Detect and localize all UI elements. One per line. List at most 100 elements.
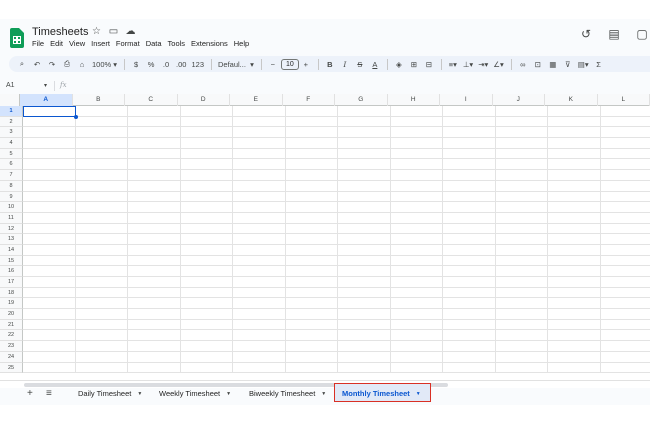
grid-cell[interactable] (390, 319, 443, 331)
text-wrapping-icon[interactable]: ⇥▾ (476, 57, 490, 71)
grid-cell[interactable] (338, 266, 391, 277)
grid-cell[interactable] (180, 127, 233, 139)
grid-cell[interactable] (233, 309, 286, 320)
functions-icon[interactable]: Σ (592, 57, 606, 71)
grid-cell[interactable] (338, 298, 391, 310)
grid-cell[interactable] (495, 298, 548, 310)
grid-cell[interactable] (548, 223, 601, 235)
grid-cell[interactable] (443, 341, 496, 352)
grid-cell[interactable] (548, 309, 601, 320)
grid-cell[interactable] (285, 223, 338, 235)
row-header[interactable]: 10 (0, 202, 23, 213)
grid-cell[interactable] (338, 362, 391, 374)
grid-cell[interactable] (338, 330, 391, 342)
grid-cell[interactable] (495, 287, 548, 299)
grid-cell[interactable] (285, 330, 338, 342)
grid-cell[interactable] (128, 138, 181, 149)
grid-cell[interactable] (180, 106, 233, 117)
cloud-status-icon[interactable]: ☁ (124, 26, 137, 37)
grid-cell[interactable] (285, 287, 338, 299)
row-header[interactable]: 17 (0, 277, 23, 288)
grid-cell[interactable] (75, 266, 128, 277)
grid-cell[interactable] (600, 330, 650, 342)
grid-cell[interactable] (75, 191, 128, 203)
grid-cell[interactable] (180, 341, 233, 352)
menu-edit[interactable]: Edit (50, 39, 66, 48)
grid-cell[interactable] (600, 277, 650, 288)
grid-cell[interactable] (180, 255, 233, 267)
add-sheet-icon[interactable]: + (27, 388, 33, 399)
grid-cell[interactable] (600, 159, 650, 171)
grid-cell[interactable] (233, 266, 286, 277)
chevron-down-icon[interactable]: ▼ (416, 391, 421, 397)
grid-cell[interactable] (443, 106, 496, 117)
grid-cell[interactable] (23, 138, 76, 149)
column-header[interactable]: L (598, 94, 650, 106)
grid-cell[interactable] (600, 256, 650, 267)
grid-cell[interactable] (128, 127, 181, 139)
row-header[interactable]: 23 (0, 341, 23, 352)
grid-cell[interactable] (548, 234, 601, 245)
grid-cell[interactable] (233, 170, 286, 181)
grid-cell[interactable] (23, 170, 76, 181)
grid-cell[interactable] (75, 159, 128, 171)
grid-cell[interactable] (180, 170, 233, 181)
grid-cell[interactable] (128, 266, 181, 277)
column-header[interactable]: F (283, 94, 335, 106)
grid-cell[interactable] (338, 202, 391, 213)
grid-cell[interactable] (495, 244, 548, 256)
grid-cell[interactable] (180, 277, 233, 288)
grid-cell[interactable] (443, 202, 496, 213)
grid-cell[interactable] (600, 213, 650, 224)
grid-cell[interactable] (495, 319, 548, 331)
grid-cell[interactable] (600, 341, 650, 352)
grid-cell[interactable] (338, 159, 391, 171)
zoom-select[interactable]: 100% ▾ (90, 57, 119, 71)
column-header[interactable]: A (20, 94, 73, 106)
grid-cell[interactable] (233, 319, 286, 331)
filter-views-icon[interactable]: ▤▾ (576, 57, 591, 71)
grid-cell[interactable] (600, 288, 650, 299)
grid-cell[interactable] (180, 191, 233, 203)
grid-cell[interactable] (548, 298, 601, 310)
grid-cell[interactable] (443, 191, 496, 203)
undo-icon[interactable]: ↶ (30, 57, 44, 71)
grid-cell[interactable] (75, 223, 128, 235)
grid-cell[interactable] (495, 277, 548, 288)
grid-cell[interactable] (495, 351, 548, 363)
grid-cell[interactable] (75, 202, 128, 213)
move-folder-icon[interactable]: ▭ (107, 26, 120, 37)
menu-file[interactable]: File (32, 39, 47, 48)
grid-cell[interactable] (75, 298, 128, 310)
grid-cell[interactable] (495, 159, 548, 171)
grid-cell[interactable] (233, 127, 286, 139)
grid-cell[interactable] (75, 277, 128, 288)
grid-cell[interactable] (390, 159, 443, 171)
grid-cell[interactable] (338, 106, 391, 117)
row-header[interactable]: 11 (0, 212, 23, 224)
grid-cell[interactable] (548, 138, 601, 149)
text-rotation-icon[interactable]: ∠▾ (491, 57, 506, 71)
grid-cell[interactable] (548, 244, 601, 256)
grid-cell[interactable] (338, 116, 391, 128)
grid-cell[interactable] (443, 127, 496, 139)
grid-cell[interactable] (390, 287, 443, 299)
grid-cell[interactable] (285, 298, 338, 310)
grid-cell[interactable] (180, 309, 233, 320)
grid-cell[interactable] (233, 362, 286, 374)
grid-cell[interactable] (285, 362, 338, 374)
grid-cell[interactable] (23, 116, 76, 128)
sheets-logo-icon[interactable] (10, 28, 24, 48)
row-header[interactable]: 7 (0, 170, 23, 181)
grid-cell[interactable] (285, 277, 338, 288)
currency-format-button[interactable]: $ (129, 57, 143, 71)
grid-cell[interactable] (443, 159, 496, 171)
grid-cell[interactable] (600, 117, 650, 128)
grid-cell[interactable] (443, 362, 496, 374)
grid-cell[interactable] (443, 287, 496, 299)
grid-cell[interactable] (180, 330, 233, 342)
grid-cell[interactable] (75, 309, 128, 320)
grid-cell[interactable] (443, 330, 496, 342)
grid-cell[interactable] (23, 255, 76, 267)
row-header[interactable]: 14 (0, 244, 23, 256)
